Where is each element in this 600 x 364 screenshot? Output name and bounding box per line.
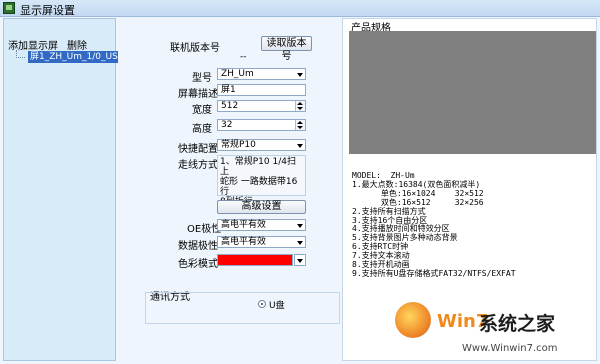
color-mode-swatch[interactable] — [217, 254, 293, 266]
chevron-down-icon — [295, 221, 304, 229]
quick-config-select[interactable]: 常规P10 — [217, 139, 306, 151]
version-value: -- — [240, 52, 247, 62]
advanced-settings-button[interactable]: 高级设置 — [217, 200, 306, 214]
scan-mode-description: 1、常规P10 1/4扫 上 蛇形 一路数据带16行 8列折行 — [217, 155, 306, 207]
screen-tree-item[interactable]: 屏1_ZH_Um_1/0_USB — [28, 51, 126, 63]
firmware-version-label: 联机版本号 — [170, 43, 220, 54]
usb-radio-label: U盘 — [269, 301, 285, 311]
usb-radio[interactable] — [258, 300, 266, 308]
tree-connector-h — [16, 57, 25, 58]
screen-list-panel — [3, 18, 116, 361]
spin-arrows-icon[interactable] — [295, 120, 305, 130]
height-label: 高度 — [192, 124, 212, 135]
watermark-logo-icon — [395, 302, 431, 338]
chevron-down-icon — [295, 238, 304, 246]
model-value: ZH_Um — [221, 69, 254, 79]
chevron-down-icon — [295, 256, 304, 264]
delete-screen-button[interactable]: 删除 — [67, 37, 87, 52]
color-mode-label: 色彩模式 — [178, 259, 218, 270]
spec-details: MODEL: ZH-Um 1.最大点数:16384(双色面积减半) 单色:16×… — [352, 171, 516, 278]
height-stepper[interactable]: 32 — [217, 119, 306, 131]
color-mode-dropdown[interactable] — [294, 254, 306, 266]
chevron-down-icon — [295, 70, 304, 78]
quick-config-value: 常规P10 — [221, 140, 256, 150]
screen-preview — [349, 31, 596, 154]
window-title: 显示屏设置 — [20, 4, 75, 17]
comm-mode-group — [145, 292, 340, 324]
width-label: 宽度 — [192, 105, 212, 116]
quick-config-label: 快捷配置 — [178, 144, 218, 155]
scan-mode-label: 走线方式 — [178, 160, 218, 171]
data-polarity-select[interactable]: 高电平有效 — [217, 236, 306, 248]
screen-desc-label: 屏幕描述 — [178, 89, 218, 100]
height-value: 32 — [221, 120, 233, 130]
data-polarity-label: 数据极性 — [178, 241, 218, 252]
width-value: 512 — [221, 101, 239, 111]
oe-polarity-select[interactable]: 高电平有效 — [217, 219, 306, 231]
watermark-url: Www.Winwin7.com — [462, 343, 558, 354]
oe-polarity-value: 高电平有效 — [221, 220, 267, 230]
title-bar: 显示屏设置 — [0, 0, 600, 17]
read-version-button[interactable]: 读取版本号 — [261, 36, 312, 62]
data-polarity-value: 高电平有效 — [221, 237, 267, 247]
spin-arrows-icon[interactable] — [295, 101, 305, 111]
width-stepper[interactable]: 512 — [217, 100, 306, 112]
watermark-brand-cn: 系统之家 — [479, 313, 556, 335]
model-select[interactable]: ZH_Um — [217, 68, 306, 80]
app-icon — [3, 2, 15, 14]
chevron-down-icon — [295, 141, 304, 149]
model-label: 型号 — [192, 73, 212, 84]
screen-desc-input[interactable]: 屏1 — [217, 84, 306, 96]
